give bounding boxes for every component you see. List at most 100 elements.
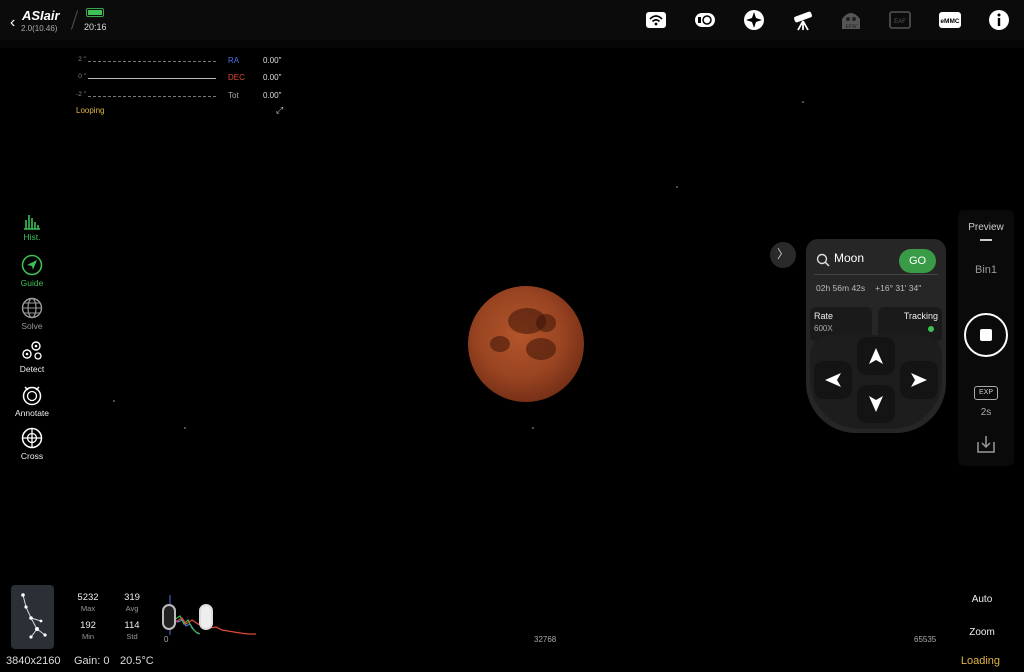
resolution-readout: 3840x2160 (6, 655, 61, 667)
stat-max-value: 5232 (77, 592, 99, 603)
emmc-icon[interactable]: eMMC (938, 9, 961, 31)
info-icon[interactable] (988, 9, 1010, 31)
histogram-curve (169, 595, 256, 635)
stop-icon (980, 329, 992, 341)
tool-cross[interactable]: Cross (10, 427, 54, 469)
tool-label: Cross (20, 451, 44, 461)
mode-preview[interactable]: Preview (958, 222, 1014, 233)
stat-std: 114 Std (112, 620, 152, 641)
tool-detect[interactable]: Detect (10, 340, 54, 382)
star (184, 427, 186, 429)
graph-line-zero (88, 78, 216, 79)
target-ra: 02h 56m 42s (816, 283, 866, 293)
stat-min-label: Min (81, 632, 95, 641)
stat-std-label: Std (126, 632, 138, 641)
histogram-icon (24, 215, 40, 230)
constellation-thumbnail[interactable] (11, 585, 54, 649)
stat-avg: 319 Avg (112, 592, 152, 613)
move-north-button[interactable] (857, 337, 895, 375)
target-dec: +16° 31' 34" (875, 283, 922, 293)
tool-histogram[interactable]: Hist. (10, 212, 54, 254)
move-south-button[interactable] (857, 385, 895, 423)
tool-annotate[interactable]: Annotate (10, 384, 54, 426)
hist-axis-start: 0 (164, 635, 169, 644)
wifi-icon[interactable] (645, 9, 667, 31)
dec-label: DEC (228, 73, 245, 82)
move-east-button[interactable] (900, 361, 938, 399)
sub-bar (0, 40, 1024, 48)
tracking-label: Tracking (903, 311, 938, 321)
move-west-button[interactable] (814, 361, 852, 399)
efw-icon[interactable]: EFW (840, 9, 862, 31)
graph-line-bottom (88, 96, 216, 97)
tool-guide[interactable]: Guide (10, 254, 54, 296)
emmc-label: eMMC (940, 18, 959, 25)
annotate-icon (22, 386, 42, 406)
hist-axis-end: 65535 (914, 635, 937, 644)
gain-readout: Gain: 0 (74, 655, 110, 667)
stop-capture-button[interactable] (964, 313, 1008, 357)
app-brand[interactable]: ‹ ASIair 2.0(10.46) (10, 6, 76, 36)
guide-graph[interactable]: 2 " RA 0.00" 0 " DEC 0.00" -2 " Tot 0.00… (68, 52, 290, 120)
expand-icon[interactable]: ⤢ (276, 105, 283, 116)
target-coordinates: 02h 56m 42s +16° 31' 34" (816, 283, 921, 293)
star (802, 101, 804, 103)
download-icon[interactable] (976, 434, 996, 454)
moon-image (468, 286, 584, 402)
top-bar: ‹ ASIair 2.0(10.46) 20:16 EFW EAF eMMC (0, 0, 1024, 40)
stat-avg-label: Avg (125, 604, 139, 613)
temperature-readout: 20.5°C (120, 655, 154, 667)
power-icon[interactable] (694, 9, 716, 31)
stat-min: 192 Min (68, 620, 108, 641)
efw-label: EFW (845, 24, 856, 30)
tot-value: 0.00" (263, 91, 282, 100)
graph-tick-mid: 0 " (78, 73, 86, 80)
hist-axis-mid: 32768 (534, 635, 557, 644)
zoom-button[interactable]: Zoom (962, 627, 1002, 638)
exposure-icon[interactable]: EXP (974, 386, 998, 400)
stat-max: 5232 Max (68, 592, 108, 613)
arrow-down-icon (869, 396, 883, 412)
mode-indicator (980, 239, 992, 241)
globe-icon (21, 297, 43, 319)
midtone-handle[interactable] (199, 604, 213, 630)
status-bar: 3840x2160 Gain: 0 20.5°C Loading (0, 652, 1024, 672)
target-name: Moon (834, 251, 865, 265)
star (676, 186, 678, 188)
graph-tick-bottom: -2 " (76, 91, 86, 98)
star (532, 427, 534, 429)
black-point-handle[interactable] (162, 604, 176, 630)
rate-value: 600X (814, 324, 833, 333)
ra-value: 0.00" (263, 56, 282, 65)
stat-avg-value: 319 (124, 592, 140, 603)
bin-selector[interactable]: Bin1 (958, 264, 1014, 276)
guide-icon (21, 254, 43, 276)
tool-label: Solve (21, 321, 43, 331)
camera-control-icon[interactable] (743, 9, 765, 31)
stat-max-label: Max (80, 604, 96, 613)
search-icon (816, 253, 830, 267)
histogram-panel: 5232 Max 319 Avg 192 Min 114 Std 0 32768 655… (60, 584, 940, 650)
arrow-right-icon (911, 373, 927, 387)
stat-min-value: 192 (80, 620, 96, 631)
tool-solve[interactable]: Solve (10, 297, 54, 339)
telescope-icon[interactable] (791, 9, 813, 31)
tracking-status-dot (928, 326, 934, 332)
auto-stretch-button[interactable]: Auto (962, 594, 1002, 605)
back-icon[interactable]: ‹ (10, 14, 15, 32)
graph-line-top (88, 61, 216, 62)
dec-value: 0.00" (263, 73, 282, 82)
capture-rail: Preview Bin1 EXP 2s (958, 210, 1014, 466)
exposure-value[interactable]: 2s (958, 407, 1014, 418)
eaf-icon[interactable]: EAF (889, 9, 911, 31)
tool-label: Annotate (14, 408, 50, 418)
panel-collapse-button[interactable]: 〉 (770, 242, 796, 268)
battery-icon (86, 8, 104, 17)
clock: 20:16 (84, 22, 107, 32)
tool-label: Guide (20, 278, 44, 288)
go-button[interactable]: GO (899, 249, 936, 273)
graph-tick-top: 2 " (78, 56, 86, 63)
loading-status: Loading (960, 655, 1000, 667)
stat-std-value: 114 (124, 620, 140, 631)
direction-pad (810, 335, 942, 429)
